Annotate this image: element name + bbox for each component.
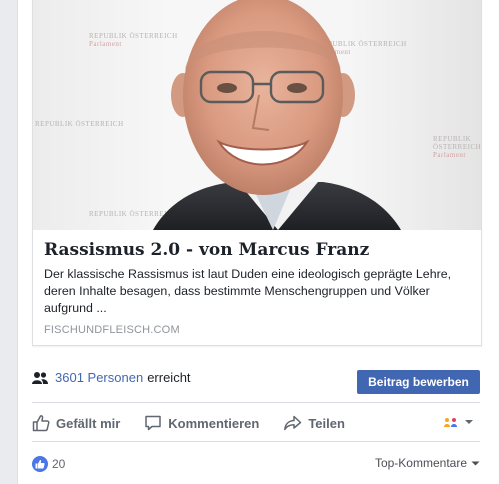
boost-post-button[interactable]: Beitrag bewerben xyxy=(357,370,480,394)
like-label: Gefällt mir xyxy=(56,415,121,431)
divider xyxy=(32,441,480,442)
reach-info: 3601 Personen erreicht xyxy=(32,370,191,385)
comment-sort-label: Top-Kommentare xyxy=(374,456,467,470)
like-button[interactable]: Gefällt mir xyxy=(32,414,120,432)
post-card: REPUBLIK ÖSTERREICH Parlament REPUBLIK ÖS… xyxy=(17,0,499,484)
like-reaction-icon[interactable] xyxy=(32,456,48,472)
audience-avatars-icon xyxy=(444,418,457,427)
link-description: Der klassische Rassismus ist laut Duden … xyxy=(44,267,452,315)
link-title[interactable]: Rassismus 2.0 - von Marcus Franz xyxy=(44,240,464,260)
portrait-illustration xyxy=(153,0,401,230)
reach-count-link[interactable]: 3601 Personen xyxy=(55,370,143,385)
comment-button[interactable]: Kommentieren xyxy=(144,414,259,432)
people-icon xyxy=(32,371,48,384)
like-count[interactable]: 20 xyxy=(52,457,65,471)
share-button[interactable]: Teilen xyxy=(283,414,345,432)
reactions-footer: 20 Top-Kommentare xyxy=(32,453,480,475)
share-icon xyxy=(284,415,302,431)
preview-image[interactable]: REPUBLIK ÖSTERREICH Parlament REPUBLIK ÖS… xyxy=(33,0,481,230)
action-bar: Gefällt mir Kommentieren Teilen xyxy=(32,408,480,438)
reach-suffix: erreicht xyxy=(147,370,191,385)
link-domain: FISCHUNDFLEISCH.COM xyxy=(44,324,180,336)
reaction-selector[interactable] xyxy=(443,416,474,428)
divider xyxy=(32,402,480,403)
comment-icon xyxy=(145,415,162,431)
thumbs-up-icon xyxy=(32,415,50,432)
comment-label: Kommentieren xyxy=(168,415,260,431)
caret-down-icon xyxy=(471,461,480,465)
caret-down-icon xyxy=(465,420,473,424)
link-preview[interactable]: REPUBLIK ÖSTERREICH Parlament REPUBLIK ÖS… xyxy=(32,0,482,346)
share-label: Teilen xyxy=(308,415,345,431)
comment-sort-dropdown[interactable]: Top-Kommentare xyxy=(375,456,480,470)
